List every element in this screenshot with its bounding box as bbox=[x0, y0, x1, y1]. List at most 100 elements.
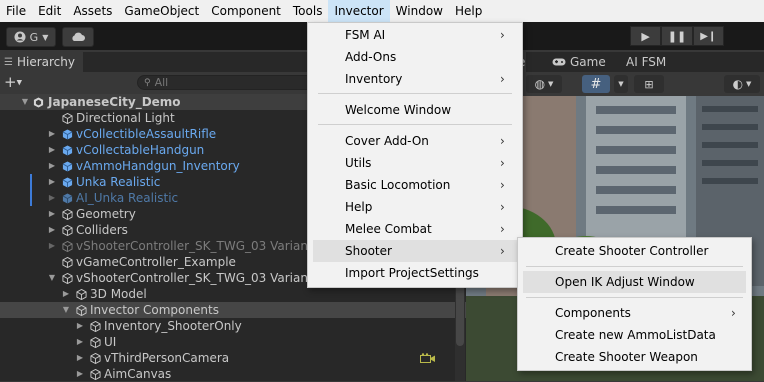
menu-item-label: Help bbox=[345, 200, 373, 214]
expand-arrow-icon[interactable]: ▼ bbox=[61, 302, 71, 318]
menu-item-inventory[interactable]: Inventory › bbox=[308, 68, 522, 90]
chevron-right-icon: › bbox=[500, 156, 505, 170]
prefab-icon bbox=[62, 129, 73, 140]
expand-arrow-icon[interactable]: ▶ bbox=[47, 206, 57, 222]
expand-arrow-icon[interactable]: ▶ bbox=[47, 222, 57, 238]
chevron-down-icon: ▼ bbox=[42, 32, 49, 42]
cloud-icon bbox=[72, 32, 85, 41]
shading-mode-dropdown[interactable]: ◐ ▼ bbox=[724, 75, 760, 93]
account-icon bbox=[14, 31, 26, 43]
tree-row[interactable]: ▼ Invector Components bbox=[0, 302, 466, 318]
override-indicator bbox=[30, 174, 32, 190]
grid-snap-button[interactable]: # bbox=[582, 75, 610, 93]
chevron-down-icon: ▼ bbox=[548, 80, 554, 88]
menu-item-label: Shooter bbox=[345, 244, 392, 258]
gameobject-icon bbox=[90, 321, 101, 332]
expand-arrow-icon[interactable]: ▶ bbox=[75, 350, 85, 366]
menu-separator bbox=[318, 93, 512, 94]
list-icon: ☰ bbox=[4, 56, 13, 68]
menu-item-melee-combat[interactable]: Melee Combat › bbox=[308, 218, 522, 240]
menu-item-label: Components bbox=[555, 306, 631, 320]
menu-edit[interactable]: Edit bbox=[32, 0, 67, 22]
menu-item-help[interactable]: Help › bbox=[308, 196, 522, 218]
prefab-icon bbox=[62, 177, 73, 188]
menu-item-label: Inventory bbox=[345, 72, 403, 86]
menu-item-label: Basic Locomotion bbox=[345, 178, 451, 192]
expand-arrow-icon[interactable]: ▶ bbox=[47, 126, 57, 142]
account-button[interactable]: G ▼ bbox=[6, 27, 56, 47]
expand-arrow-icon[interactable]: ▶ bbox=[61, 286, 71, 302]
menu-item-open-ik-adjust-window[interactable]: Open IK Adjust Window bbox=[523, 271, 746, 293]
expand-arrow-icon[interactable]: ▼ bbox=[47, 270, 57, 286]
global-toggle[interactable]: ◍ ▼ bbox=[526, 75, 562, 93]
expand-arrow-icon[interactable]: ▼ bbox=[20, 94, 30, 110]
gameobject-icon bbox=[90, 369, 101, 380]
tree-row[interactable]: ▶ AimCanvas bbox=[0, 366, 466, 382]
gameobject-icon bbox=[62, 225, 73, 236]
menu-item-create-new-ammolistdata[interactable]: Create new AmmoListData bbox=[518, 324, 751, 346]
tree-row-label: Geometry bbox=[76, 207, 136, 221]
expand-arrow-icon[interactable]: ▶ bbox=[47, 158, 57, 174]
menu-invector[interactable]: Invector bbox=[328, 0, 390, 22]
expand-arrow-icon[interactable]: ▶ bbox=[47, 142, 57, 158]
tab-hierarchy[interactable]: ☰ Hierarchy bbox=[0, 52, 83, 72]
menu-item-cover-add-on[interactable]: Cover Add-On › bbox=[308, 130, 522, 152]
gamepad-icon bbox=[552, 58, 566, 66]
cloud-button[interactable] bbox=[62, 27, 94, 47]
menu-help[interactable]: Help bbox=[449, 0, 488, 22]
unity-scene-icon bbox=[33, 97, 44, 108]
tree-row[interactable]: ▶ Inventory_ShooterOnly bbox=[0, 318, 466, 334]
prefab-icon bbox=[62, 193, 73, 204]
menu-item-create-shooter-weapon[interactable]: Create Shooter Weapon bbox=[518, 346, 751, 368]
gameobject-icon bbox=[62, 273, 73, 284]
tree-row-label: Invector Components bbox=[90, 303, 219, 317]
expand-arrow-icon[interactable]: ▶ bbox=[47, 174, 57, 190]
menu-item-shooter[interactable]: Shooter › bbox=[313, 240, 517, 262]
menu-bar: File Edit Assets GameObject Component To… bbox=[0, 0, 764, 22]
menu-assets[interactable]: Assets bbox=[67, 0, 118, 22]
menu-item-utils[interactable]: Utils › bbox=[308, 152, 522, 174]
expand-arrow-icon[interactable]: ▶ bbox=[75, 318, 85, 334]
tree-row-label: Inventory_ShooterOnly bbox=[104, 319, 242, 333]
menu-item-import-project-settings[interactable]: Import ProjectSettings bbox=[308, 262, 522, 284]
menu-item-label: Create new AmmoListData bbox=[555, 328, 716, 342]
menu-item-label: Cover Add-On bbox=[345, 134, 429, 148]
menu-item-create-shooter-controller[interactable]: Create Shooter Controller bbox=[518, 240, 751, 262]
tree-row[interactable]: ▶ vThirdPersonCamera bbox=[0, 350, 466, 366]
play-button[interactable]: ▶ bbox=[630, 26, 662, 46]
grid-snap-icon: # bbox=[590, 76, 602, 92]
add-button[interactable]: +▼ bbox=[4, 74, 22, 91]
menu-window[interactable]: Window bbox=[390, 0, 449, 22]
gameobject-icon bbox=[76, 305, 87, 316]
snap-increment-button[interactable]: ⊞ bbox=[634, 75, 664, 93]
account-label: G bbox=[29, 30, 39, 44]
menu-item-welcome-window[interactable]: Welcome Window bbox=[308, 99, 522, 121]
tab-ai-fsm[interactable]: AI FSM bbox=[626, 52, 666, 72]
menu-component[interactable]: Component bbox=[205, 0, 287, 22]
hierarchy-tab-label: Hierarchy bbox=[16, 55, 75, 69]
menu-item-label: Open IK Adjust Window bbox=[555, 275, 695, 289]
menu-item-components[interactable]: Components › bbox=[518, 302, 751, 324]
menu-item-label: Create Shooter Controller bbox=[555, 244, 709, 258]
expand-arrow-icon[interactable]: ▶ bbox=[75, 334, 85, 350]
step-button[interactable]: ▶❙ bbox=[692, 26, 724, 46]
menu-item-fsm-ai[interactable]: FSM AI › bbox=[308, 24, 522, 46]
menu-gameobject[interactable]: GameObject bbox=[118, 0, 205, 22]
menu-item-basic-locomotion[interactable]: Basic Locomotion › bbox=[308, 174, 522, 196]
tree-row[interactable]: ▶ UI bbox=[0, 334, 466, 350]
tab-game-label: Game bbox=[570, 55, 606, 69]
shading-sphere-icon: ◐ bbox=[732, 77, 744, 91]
expand-arrow-icon[interactable]: ▶ bbox=[47, 238, 57, 254]
tree-row-label: vShooterController_SK_TWG_03 Variant bbox=[76, 271, 313, 285]
menu-tools[interactable]: Tools bbox=[287, 0, 329, 22]
menu-file[interactable]: File bbox=[0, 0, 32, 22]
pause-button[interactable]: ❚❚ bbox=[661, 26, 693, 46]
tab-game[interactable]: Game bbox=[552, 52, 606, 72]
menu-item-add-ons[interactable]: Add-Ons bbox=[308, 46, 522, 68]
tree-row[interactable]: ▶ 3D Model bbox=[0, 286, 466, 302]
expand-arrow-icon[interactable]: ▶ bbox=[75, 366, 85, 382]
prefab-icon bbox=[62, 145, 73, 156]
expand-arrow-icon[interactable]: ▶ bbox=[47, 190, 57, 206]
play-controls: ▶ ❚❚ ▶❙ bbox=[630, 26, 724, 46]
snap-dropdown[interactable]: ▼ bbox=[614, 75, 628, 93]
